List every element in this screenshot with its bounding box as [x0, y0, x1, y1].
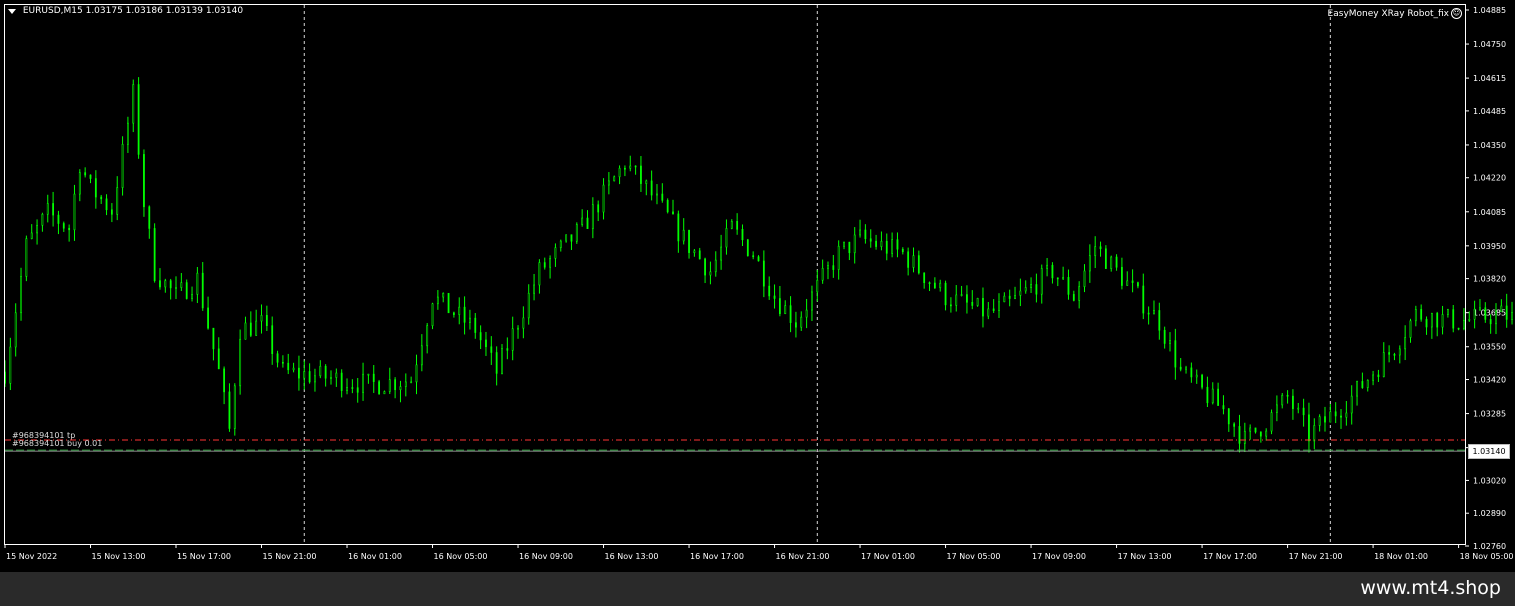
price-axis-label: 1.03820 — [1473, 275, 1506, 284]
candle-body — [1468, 318, 1471, 321]
time-axis-label: 17 Nov 05:00 — [947, 552, 1001, 561]
watermark-url: www.mt4.shop — [1360, 577, 1501, 599]
price-axis-label: 1.02760 — [1473, 542, 1506, 551]
price-axis-label: 1.04485 — [1473, 107, 1506, 116]
time-axis-label: 17 Nov 17:00 — [1203, 552, 1257, 561]
candle-body — [1489, 319, 1492, 325]
symbol-timeframe: EURUSD,M15 — [22, 6, 83, 16]
price-axis-label: 1.04085 — [1473, 208, 1506, 217]
time-axis-label: 15 Nov 13:00 — [92, 552, 146, 561]
time-axis-label: 17 Nov 21:00 — [1289, 552, 1343, 561]
candle-body — [1479, 307, 1481, 310]
price-axis-label: 1.03550 — [1473, 343, 1506, 352]
buy-order-label[interactable]: #968394101 buy 0.01 — [12, 439, 102, 448]
plot-frame — [4, 4, 1466, 545]
price-axis-label: 1.03020 — [1473, 476, 1506, 485]
time-axis-label: 17 Nov 09:00 — [1032, 552, 1086, 561]
dropdown-triangle-icon[interactable] — [8, 8, 16, 14]
candle-body — [1495, 311, 1497, 325]
time-axis-label: 15 Nov 17:00 — [177, 552, 231, 561]
candle-body — [1473, 308, 1476, 320]
price-axis-label: 1.04885 — [1473, 6, 1506, 15]
price-axis-label: 1.02890 — [1473, 509, 1506, 518]
price-axis-label: 1.04220 — [1473, 174, 1506, 183]
chart-window[interactable]: 1.04885 1.04750 1.04615 1.04485 1.04350 1.042… — [0, 0, 1515, 572]
candle-body — [1505, 305, 1508, 320]
smiley-face-icon: ☺ — [1451, 8, 1462, 19]
ohlc-values: 1.03175 1.03186 1.03139 1.03140 — [85, 6, 244, 16]
time-axis-label: 18 Nov 01:00 — [1374, 552, 1428, 561]
candle-body — [1511, 312, 1513, 320]
time-axis-label: 17 Nov 13:00 — [1118, 552, 1172, 561]
price-axis-label: 1.03950 — [1473, 242, 1506, 251]
current-price-tag: 1.03140 — [1468, 444, 1510, 459]
footer-bar — [0, 572, 1515, 606]
chart-header[interactable]: EURUSD,M15 1.03175 1.03186 1.03139 1.031… — [8, 6, 243, 17]
price-axis-label: 1.04350 — [1473, 141, 1506, 150]
time-axis-label: 15 Nov 2022 — [6, 552, 57, 561]
price-axis-label: 1.03420 — [1473, 376, 1506, 385]
price-axis-label: 1.04615 — [1473, 74, 1506, 83]
time-axis-label: 15 Nov 21:00 — [263, 552, 317, 561]
time-axis-label: 16 Nov 13:00 — [605, 552, 659, 561]
expert-advisor-label[interactable]: EasyMoney XRay Robot_fix ☺ — [1328, 8, 1462, 19]
price-axis-label: 1.04750 — [1473, 40, 1506, 49]
price-axis-label: 1.03285 — [1473, 410, 1506, 419]
candle-body — [1484, 307, 1487, 320]
time-axis-label: 16 Nov 05:00 — [434, 552, 488, 561]
candle-body — [1500, 305, 1503, 312]
time-axis-label: 18 Nov 05:00 — [1460, 552, 1514, 561]
time-axis-label: 17 Nov 01:00 — [861, 552, 915, 561]
time-axis-label: 16 Nov 17:00 — [690, 552, 744, 561]
expert-advisor-name: EasyMoney XRay Robot_fix — [1327, 9, 1449, 19]
time-axis-label: 16 Nov 21:00 — [776, 552, 830, 561]
time-axis-label: 16 Nov 09:00 — [519, 552, 573, 561]
time-axis-label: 16 Nov 01:00 — [348, 552, 402, 561]
